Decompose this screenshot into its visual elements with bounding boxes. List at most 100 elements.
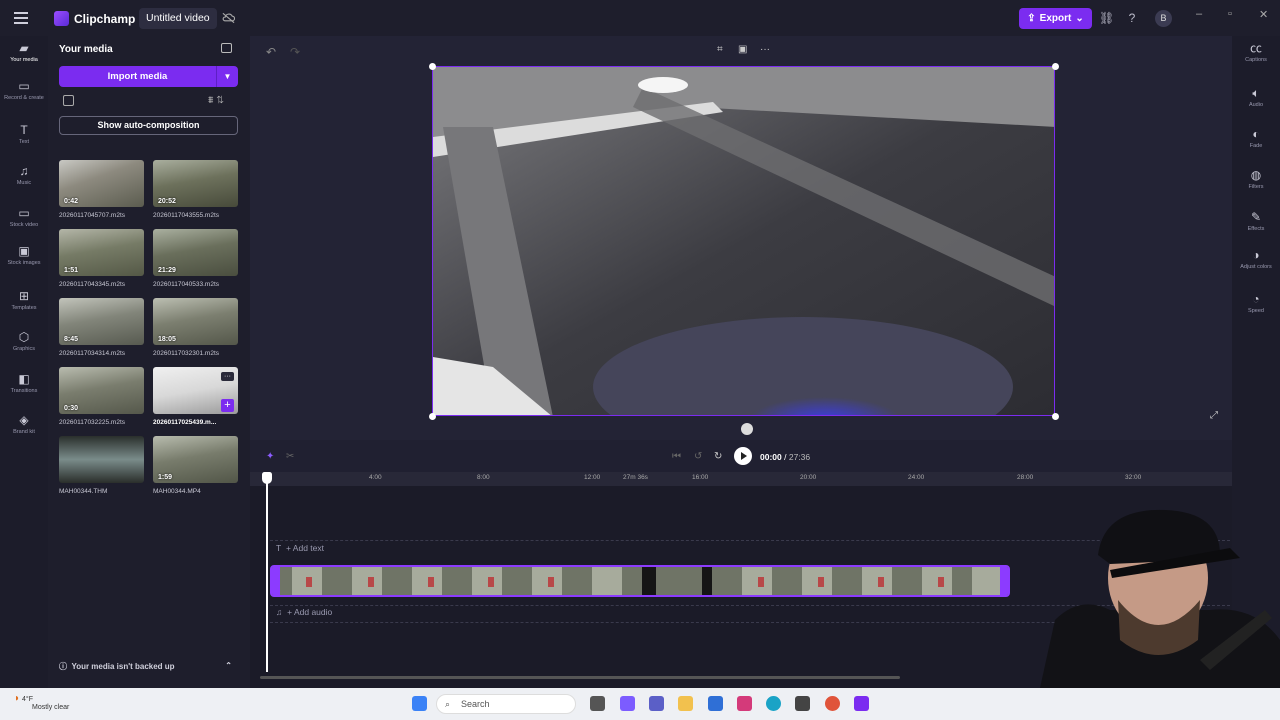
tick-label: 24:00 — [908, 474, 925, 481]
import-media-button[interactable]: Import media ▼ — [59, 66, 238, 87]
resize-handle[interactable] — [1052, 63, 1059, 70]
media-thumbnail[interactable]: 1:59 — [153, 436, 238, 483]
menu-icon[interactable] — [14, 12, 28, 24]
nav-label: Record & create — [4, 95, 44, 101]
webcam-overlay — [1040, 500, 1280, 688]
nav-filters[interactable]: ◍ Filters — [1232, 169, 1280, 191]
media-thumbnail[interactable]: 8:45 — [59, 298, 144, 345]
cloud-off-icon[interactable] — [222, 12, 235, 24]
skip-back-icon[interactable]: ⏮ — [672, 451, 681, 462]
media-filename: MAH00344.MP4 — [153, 488, 201, 495]
export-button[interactable]: ⇪ Export ⌄ — [1019, 8, 1092, 29]
app-icon[interactable] — [795, 696, 810, 711]
nav-label: Stock video — [9, 222, 39, 228]
app-icon[interactable] — [825, 696, 840, 711]
nav-record-create[interactable]: ▭ Record & create — [0, 80, 48, 102]
chevron-up-icon[interactable]: ⌃ — [225, 661, 232, 670]
nav-templates[interactable]: ⊞ Templates — [0, 290, 48, 312]
nav-transitions[interactable]: ◧ Transitions — [0, 373, 48, 395]
media-thumbnail[interactable]: 0:42 — [59, 160, 144, 207]
fullscreen-icon[interactable]: ⤢ — [1210, 410, 1218, 421]
crop-icon[interactable]: ⌗ — [717, 44, 723, 55]
media-filename: MAH00344.THM — [59, 488, 108, 495]
store-icon[interactable] — [708, 696, 723, 711]
clip-trim-end-handle[interactable] — [1000, 567, 1008, 595]
media-thumbnail[interactable]: 0:30 — [59, 367, 144, 414]
backup-text: Your media isn't backed up — [71, 662, 175, 671]
forward-icon[interactable]: ↻ — [714, 451, 722, 462]
task-view-icon[interactable] — [590, 696, 605, 711]
nav-label: Music — [16, 180, 32, 186]
backup-notice[interactable]: ⓘ Your media isn't backed up ⌃ — [59, 661, 238, 672]
resize-handle[interactable] — [1052, 413, 1059, 420]
tick-label: 20:00 — [800, 474, 817, 481]
search-placeholder: Search — [461, 699, 490, 709]
close-icon[interactable]: ✕ — [1259, 8, 1268, 21]
filter-sort-icon[interactable]: ⩩ ⇅ — [208, 95, 224, 106]
video-preview[interactable] — [432, 66, 1055, 416]
folder-icon: ▰ — [19, 41, 29, 55]
nav-brand-kit[interactable]: ◈ Brand kit — [0, 414, 48, 436]
nav-stock-images[interactable]: ▣ Stock images — [0, 245, 48, 267]
taskbar-search[interactable]: ⌕ Search — [436, 694, 576, 714]
nav-speed[interactable]: ◔ Speed — [1232, 293, 1280, 315]
media-thumbnail[interactable] — [59, 436, 144, 483]
nav-music[interactable]: ♫ Music — [0, 165, 48, 187]
media-thumbnail[interactable]: 21:29 — [153, 229, 238, 276]
magic-icon[interactable]: ✦ — [266, 451, 274, 462]
nav-text[interactable]: T Text — [0, 124, 48, 146]
media-thumbnail[interactable]: 20:52 — [153, 160, 238, 207]
share-link-icon[interactable]: ⛓ — [1099, 11, 1114, 25]
time-ruler[interactable]: 4:00 8:00 12:00 27m 36s 16:00 20:00 24:0… — [250, 472, 1232, 486]
resize-handle[interactable] — [429, 63, 436, 70]
duration: 0:42 — [64, 198, 79, 205]
maximize-icon[interactable]: ▫ — [1228, 8, 1232, 20]
nav-captions[interactable]: ㏄ Captions — [1232, 42, 1280, 64]
add-audio-track[interactable]: ♫ + Add audio — [276, 607, 332, 617]
auto-composition-button[interactable]: Show auto-composition — [59, 116, 238, 135]
resize-handle[interactable] — [429, 413, 436, 420]
video-clip[interactable] — [270, 565, 1010, 597]
project-title[interactable]: Untitled video — [139, 8, 217, 29]
nav-stock-video[interactable]: ▭ Stock video — [0, 206, 48, 229]
film-icon: ▭ — [18, 206, 30, 220]
timeline-scrollbar[interactable] — [260, 676, 900, 679]
redo-icon[interactable]: ↷ — [290, 45, 300, 59]
copilot-icon[interactable] — [620, 696, 635, 711]
more-icon[interactable]: ··· — [760, 44, 770, 55]
nav-effects[interactable]: ✎ Effects — [1232, 211, 1280, 233]
media-thumbnail[interactable]: 1:51 — [59, 229, 144, 276]
chevron-down-icon[interactable]: ▼ — [216, 66, 238, 87]
nav-label: Adjust colors — [1240, 264, 1272, 270]
select-all-checkbox[interactable] — [63, 95, 74, 106]
help-icon[interactable]: ? — [1125, 11, 1139, 25]
split-icon[interactable]: ✂ — [286, 451, 294, 462]
minimize-icon[interactable]: – — [1196, 8, 1202, 20]
clipchamp-taskbar-icon[interactable] — [854, 696, 869, 711]
nav-adjust-colors[interactable]: ◑ Adjust colors — [1232, 249, 1280, 271]
file-explorer-icon[interactable] — [678, 696, 693, 711]
media-filename: 20260117043345.m2ts — [59, 281, 126, 288]
undo-icon[interactable]: ↶ — [266, 45, 276, 59]
fit-icon[interactable]: ▣ — [738, 44, 747, 55]
nav-audio[interactable]: 🔈︎ Audio — [1232, 87, 1280, 109]
weather-widget[interactable]: ◗ 4°F Mostly clear — [14, 693, 69, 711]
nav-fade[interactable]: ◐ Fade — [1232, 128, 1280, 150]
avatar[interactable]: B — [1155, 10, 1172, 27]
edge-icon[interactable] — [766, 696, 781, 711]
nav-your-media[interactable]: ▰ Your media — [0, 41, 48, 64]
more-options-icon[interactable]: ··· — [221, 372, 234, 381]
rotate-icon[interactable] — [741, 423, 753, 435]
snipping-tool-icon[interactable] — [737, 696, 752, 711]
clip-trim-start-handle[interactable] — [272, 567, 280, 595]
nav-graphics[interactable]: ⬡ Graphics — [0, 331, 48, 353]
media-thumbnail[interactable]: 18:05 — [153, 298, 238, 345]
collapse-panel-icon[interactable] — [221, 43, 232, 53]
teams-icon[interactable] — [649, 696, 664, 711]
add-text-track[interactable]: T + Add text — [276, 543, 324, 553]
add-to-timeline-button[interactable]: + — [221, 399, 234, 412]
play-button[interactable] — [734, 447, 752, 465]
playhead[interactable] — [262, 472, 272, 672]
windows-start-icon[interactable] — [412, 696, 427, 711]
rewind-icon[interactable]: ↺ — [694, 451, 702, 462]
